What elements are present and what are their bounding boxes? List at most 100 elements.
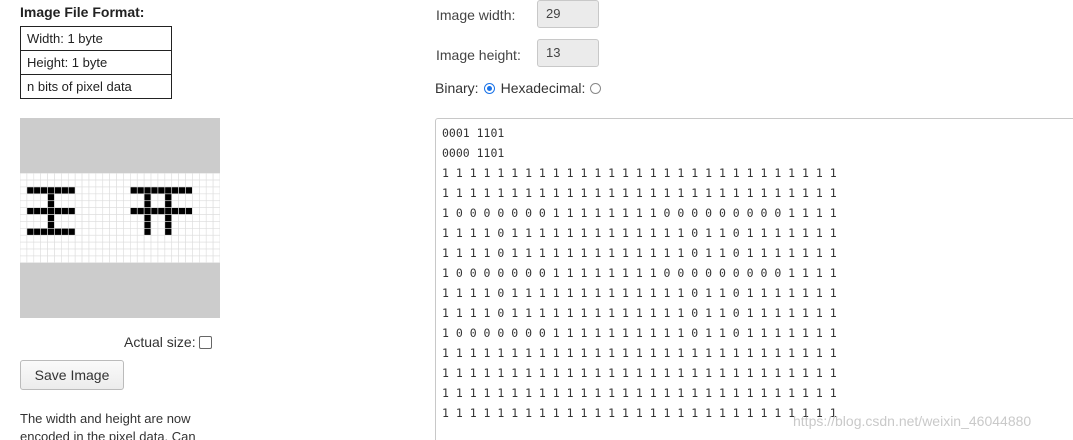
pixel-cell[interactable] <box>67 186 76 195</box>
pixel-cell[interactable] <box>116 214 124 222</box>
pixel-cell[interactable] <box>212 228 220 236</box>
pixel-cell[interactable] <box>81 255 90 263</box>
pixel-cell[interactable] <box>67 173 76 181</box>
pixel-cell[interactable] <box>47 234 55 243</box>
pixel-cell[interactable] <box>212 255 220 263</box>
pixel-cell[interactable] <box>54 179 62 188</box>
image-height-input[interactable]: 13 <box>537 39 599 67</box>
pixel-cell[interactable] <box>171 173 179 181</box>
pixel-cell[interactable] <box>74 228 83 236</box>
pixel-cell[interactable] <box>20 214 28 222</box>
pixel-cell[interactable] <box>136 214 145 222</box>
pixel-cell[interactable] <box>164 214 173 222</box>
pixel-cell[interactable] <box>95 221 104 229</box>
pixel-cell[interactable] <box>164 173 173 181</box>
pixel-cell[interactable] <box>102 207 110 215</box>
pixel-cell[interactable] <box>88 200 97 208</box>
pixel-cell[interactable] <box>171 207 179 215</box>
pixel-cell[interactable] <box>81 173 90 181</box>
pixel-cell[interactable] <box>199 248 207 257</box>
pixel-cell[interactable] <box>109 200 117 208</box>
pixel-cell[interactable] <box>199 173 207 181</box>
pixel-cell[interactable] <box>54 241 62 250</box>
pixel-cell[interactable] <box>130 173 138 181</box>
pixel-cell[interactable] <box>171 186 179 195</box>
pixel-cell[interactable] <box>150 248 159 257</box>
pixel-cell[interactable] <box>20 193 28 202</box>
pixel-cell[interactable] <box>20 173 28 181</box>
pixel-cell[interactable] <box>81 221 90 229</box>
pixel-cell[interactable] <box>47 221 55 229</box>
pixel-cell[interactable] <box>136 173 145 181</box>
pixel-cell[interactable] <box>88 221 97 229</box>
pixel-cell[interactable] <box>81 179 90 188</box>
pixel-cell[interactable] <box>205 248 214 257</box>
pixel-cell[interactable] <box>164 207 173 215</box>
pixel-cell[interactable] <box>192 186 200 195</box>
pixel-cell[interactable] <box>54 207 62 215</box>
pixel-cell[interactable] <box>95 179 104 188</box>
pixel-cell[interactable] <box>164 228 173 236</box>
pixel-cell[interactable] <box>150 241 159 250</box>
pixel-cell[interactable] <box>102 186 110 195</box>
actual-size-control[interactable]: Actual size: <box>124 334 212 350</box>
pixel-cell[interactable] <box>185 207 193 215</box>
pixel-cell[interactable] <box>40 241 48 250</box>
pixel-cell[interactable] <box>164 255 173 263</box>
pixel-cell[interactable] <box>61 193 69 202</box>
pixel-cell[interactable] <box>123 241 131 250</box>
pixel-cell[interactable] <box>88 241 97 250</box>
pixel-cell[interactable] <box>33 234 41 243</box>
pixel-cell[interactable] <box>74 179 83 188</box>
pixel-cell[interactable] <box>150 228 159 236</box>
pixel-cell[interactable] <box>74 248 83 257</box>
pixel-cell[interactable] <box>143 207 152 215</box>
pixel-cell[interactable] <box>178 186 186 195</box>
pixel-cell[interactable] <box>123 207 131 215</box>
pixel-cell[interactable] <box>47 214 55 222</box>
pixel-cell[interactable] <box>61 200 69 208</box>
pixel-cell[interactable] <box>136 234 145 243</box>
pixel-cell[interactable] <box>150 179 159 188</box>
pixel-cell[interactable] <box>164 179 173 188</box>
pixel-cell[interactable] <box>130 214 138 222</box>
pixel-cell[interactable] <box>102 214 110 222</box>
pixel-cell[interactable] <box>116 207 124 215</box>
pixel-cell[interactable] <box>33 173 41 181</box>
pixel-cell[interactable] <box>47 248 55 257</box>
pixel-cell[interactable] <box>102 173 110 181</box>
pixel-cell[interactable] <box>116 186 124 195</box>
pixel-cell[interactable] <box>212 214 220 222</box>
pixel-cell[interactable] <box>88 248 97 257</box>
pixel-cell[interactable] <box>40 255 48 263</box>
pixel-cell[interactable] <box>136 241 145 250</box>
pixel-cell[interactable] <box>54 186 62 195</box>
pixel-cell[interactable] <box>164 221 173 229</box>
pixel-cell[interactable] <box>123 248 131 257</box>
pixel-cell[interactable] <box>185 221 193 229</box>
pixel-cell[interactable] <box>67 248 76 257</box>
pixel-cell[interactable] <box>26 255 35 263</box>
pixel-cell[interactable] <box>20 228 28 236</box>
pixel-cell[interactable] <box>205 214 214 222</box>
pixel-cell[interactable] <box>102 255 110 263</box>
pixel-cell[interactable] <box>88 193 97 202</box>
pixel-cell[interactable] <box>150 186 159 195</box>
pixel-cell[interactable] <box>61 186 69 195</box>
pixel-cell[interactable] <box>130 228 138 236</box>
pixel-cell[interactable] <box>185 241 193 250</box>
pixel-cell[interactable] <box>33 255 41 263</box>
pixel-cell[interactable] <box>157 255 166 263</box>
pixel-cell[interactable] <box>47 179 55 188</box>
pixel-cell[interactable] <box>61 214 69 222</box>
pixel-cell[interactable] <box>67 207 76 215</box>
pixel-cell[interactable] <box>109 173 117 181</box>
pixel-cell[interactable] <box>205 255 214 263</box>
pixel-cell[interactable] <box>47 186 55 195</box>
pixel-cell[interactable] <box>54 173 62 181</box>
pixel-cell[interactable] <box>192 193 200 202</box>
pixel-cell[interactable] <box>192 248 200 257</box>
pixel-cell[interactable] <box>74 234 83 243</box>
pixel-cell[interactable] <box>164 193 173 202</box>
pixel-cell[interactable] <box>178 248 186 257</box>
